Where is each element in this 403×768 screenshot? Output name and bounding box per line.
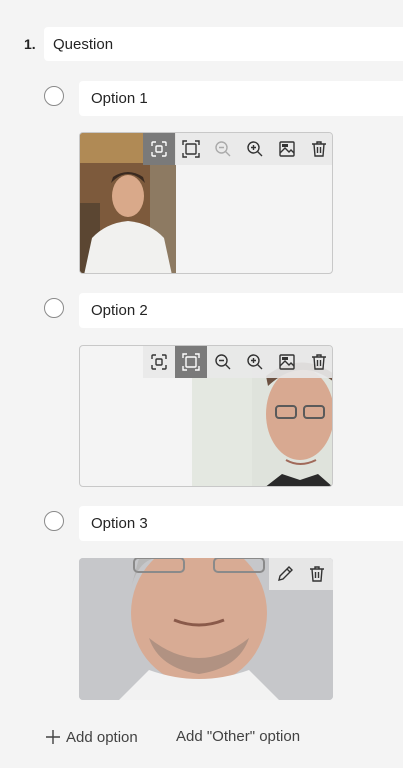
autofit-icon[interactable] <box>143 133 175 165</box>
fit-frame-icon[interactable] <box>175 133 207 165</box>
option-1-radio[interactable] <box>44 86 64 106</box>
delete-icon[interactable] <box>301 558 333 590</box>
add-option-button[interactable]: Add option <box>44 728 138 746</box>
option-1-image-toolbar <box>143 133 332 165</box>
option-1-image[interactable] <box>79 132 333 274</box>
option-2-radio[interactable] <box>44 298 64 318</box>
fit-frame-icon[interactable] <box>175 346 207 378</box>
zoom-out-icon[interactable] <box>207 346 239 378</box>
add-option-label: Add option <box>66 728 138 746</box>
option-3-radio[interactable] <box>44 511 64 531</box>
question-title-input[interactable]: Question <box>44 27 403 61</box>
replace-image-icon[interactable] <box>271 133 303 165</box>
option-1-input[interactable]: Option 1 <box>79 81 403 116</box>
option-3-image[interactable] <box>79 558 333 700</box>
replace-image-icon[interactable] <box>271 346 303 378</box>
plus-icon <box>46 730 60 744</box>
question-number: 1. <box>24 36 36 52</box>
edit-pencil-icon[interactable] <box>269 558 301 590</box>
zoom-in-icon[interactable] <box>239 346 271 378</box>
delete-icon[interactable] <box>303 133 332 165</box>
option-3-image-toolbar <box>269 558 333 590</box>
zoom-out-icon[interactable] <box>207 133 239 165</box>
add-other-option-button[interactable]: Add "Other" option <box>176 728 300 745</box>
add-other-option-label: Add "Other" option <box>176 728 301 745</box>
delete-icon[interactable] <box>303 346 332 378</box>
option-2-input[interactable]: Option 2 <box>79 293 403 328</box>
zoom-in-icon[interactable] <box>239 133 271 165</box>
option-3-input[interactable]: Option 3 <box>79 506 403 541</box>
autofit-icon[interactable] <box>143 346 175 378</box>
option-2-image-toolbar <box>143 346 332 378</box>
option-2-image[interactable] <box>79 345 333 487</box>
